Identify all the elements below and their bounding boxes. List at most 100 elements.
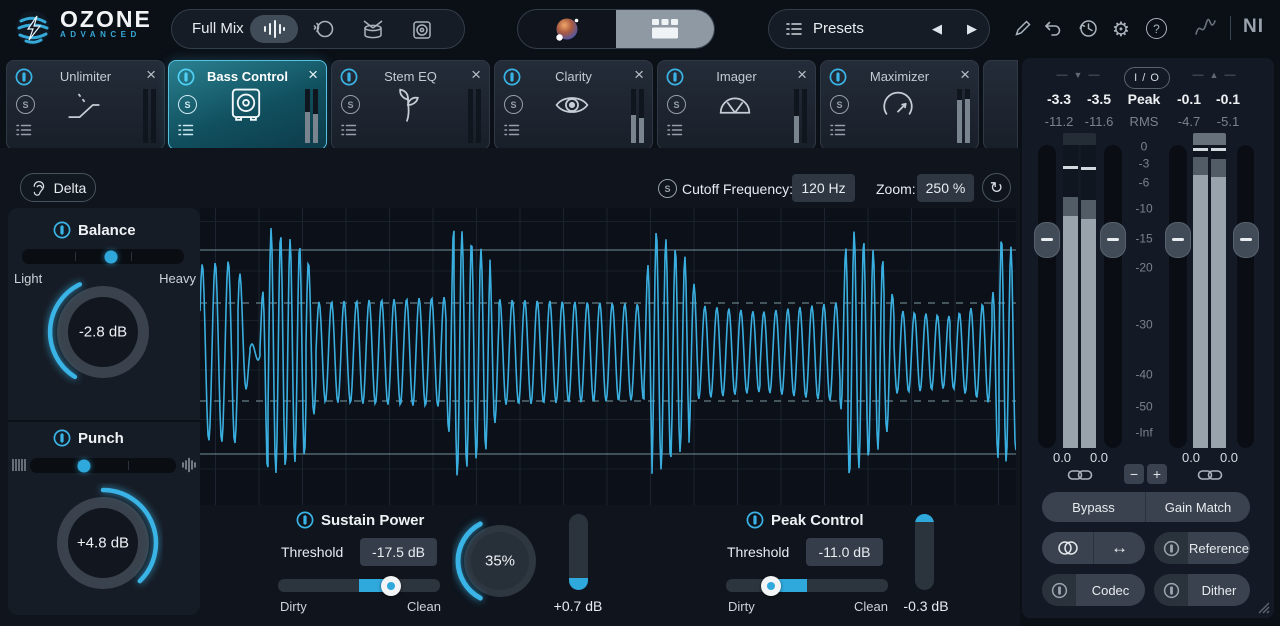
output-gain-fader-l[interactable]: [1169, 145, 1187, 448]
input-gain-fader-r[interactable]: [1104, 145, 1122, 448]
solo-icon[interactable]: S: [830, 95, 849, 114]
input-gain-fader-l[interactable]: [1038, 145, 1056, 448]
fader-handle[interactable]: [1100, 222, 1126, 258]
punch-slider-handle[interactable]: [78, 459, 91, 472]
source-vocal-button[interactable]: [310, 17, 336, 43]
close-icon[interactable]: ×: [797, 65, 807, 85]
dither-power-button[interactable]: [1154, 574, 1188, 606]
codec-button[interactable]: Codec: [1076, 574, 1145, 606]
detailed-view-button[interactable]: [518, 10, 616, 48]
source-fullmix-button[interactable]: [250, 15, 298, 43]
sustain-slider-handle[interactable]: [381, 576, 401, 596]
peak-slider-handle[interactable]: [761, 576, 781, 596]
close-icon[interactable]: ×: [308, 65, 318, 85]
punch-knob[interactable]: +4.8 dB: [43, 483, 163, 603]
audiolens-icon[interactable]: [1192, 16, 1218, 40]
fader-handle[interactable]: [1165, 222, 1191, 258]
module-card-imager[interactable]: Imager × S: [657, 60, 816, 150]
undo-button[interactable]: [1043, 18, 1063, 38]
edit-button[interactable]: [1013, 18, 1033, 38]
reference-power-button[interactable]: [1154, 532, 1188, 564]
power-icon[interactable]: [666, 68, 684, 86]
swap-channels-button[interactable]: ↔: [1094, 532, 1145, 564]
menu-icon[interactable]: [503, 121, 521, 139]
cutoff-value[interactable]: 120 Hz: [792, 174, 855, 202]
meter-zoom-in-button[interactable]: +: [1147, 464, 1167, 484]
menu-icon[interactable]: [340, 121, 358, 139]
topbar-divider: [1230, 16, 1231, 40]
module-card-clarity[interactable]: Clarity × S: [494, 60, 653, 150]
modules-view-button[interactable]: [616, 10, 714, 48]
solo-icon[interactable]: S: [178, 95, 197, 114]
help-button[interactable]: ?: [1146, 18, 1167, 39]
power-icon[interactable]: [177, 68, 195, 86]
codec-power-button[interactable]: [1042, 574, 1076, 606]
input-link-icon[interactable]: [1067, 468, 1093, 482]
meter-zoom-out-button[interactable]: −: [1124, 464, 1144, 484]
balance-slider-handle[interactable]: [105, 250, 118, 263]
balance-slider[interactable]: [22, 249, 184, 264]
io-button[interactable]: I / O: [1124, 67, 1170, 89]
resize-grip[interactable]: [1256, 600, 1270, 614]
settings-gear-icon[interactable]: ⚙: [1112, 17, 1130, 42]
sustain-threshold-label: Threshold: [281, 544, 343, 560]
power-icon[interactable]: [829, 68, 847, 86]
fader-handle[interactable]: [1233, 222, 1259, 258]
zoom-value[interactable]: 250 %: [917, 174, 974, 202]
mono-button[interactable]: [1042, 532, 1094, 564]
output-gain-collapse[interactable]: — ▲ —: [1186, 69, 1242, 81]
peak-dirty-clean-slider[interactable]: [726, 579, 888, 592]
power-icon[interactable]: [503, 68, 521, 86]
module-card-unlimiter[interactable]: Unlimiter × S: [6, 60, 165, 150]
balance-knob[interactable]: -2.8 dB: [43, 272, 163, 392]
menu-icon[interactable]: [15, 121, 33, 139]
solo-icon[interactable]: S: [504, 95, 523, 114]
output-link-icon[interactable]: [1197, 468, 1223, 482]
power-icon[interactable]: [340, 68, 358, 86]
solo-icon[interactable]: S: [341, 95, 360, 114]
gain-match-button[interactable]: Gain Match: [1146, 492, 1250, 522]
output-gain-fader-r[interactable]: [1237, 145, 1254, 448]
cutoff-solo-icon[interactable]: S: [658, 179, 677, 198]
sustain-threshold-value[interactable]: -17.5 dB: [360, 538, 437, 566]
menu-icon[interactable]: [177, 121, 195, 139]
source-drums-button[interactable]: [360, 17, 386, 43]
reference-button[interactable]: Reference: [1188, 532, 1250, 564]
close-icon[interactable]: ×: [634, 65, 644, 85]
balance-power-icon[interactable]: [53, 221, 71, 239]
module-meter: [143, 89, 156, 143]
close-icon[interactable]: ×: [146, 65, 156, 85]
module-card-stem-eq[interactable]: Stem EQ × S: [331, 60, 490, 150]
delta-button[interactable]: Delta: [20, 173, 96, 202]
peak-threshold-value[interactable]: -11.0 dB: [806, 538, 883, 566]
power-icon[interactable]: [15, 68, 33, 86]
bypass-button[interactable]: Bypass: [1042, 492, 1146, 522]
sustain-dirty-clean-slider[interactable]: [278, 579, 440, 592]
loop-button[interactable]: ↻: [982, 173, 1011, 202]
waveform-display[interactable]: [200, 208, 1016, 505]
ni-logo: NI: [1243, 16, 1264, 38]
punch-slider[interactable]: [30, 458, 176, 473]
menu-icon[interactable]: [666, 121, 684, 139]
input-gain-collapse[interactable]: — ▼ —: [1050, 69, 1106, 81]
preset-next-button[interactable]: ▶: [967, 21, 977, 37]
sustain-power-icon[interactable]: [296, 511, 314, 529]
punch-power-icon[interactable]: [53, 429, 71, 447]
fader-handle[interactable]: [1034, 222, 1060, 258]
history-button[interactable]: [1077, 17, 1099, 39]
dither-button[interactable]: Dither: [1188, 574, 1250, 606]
presets-bar[interactable]: Presets ◀ ▶: [768, 9, 990, 49]
input-clip-lamp[interactable]: [1063, 133, 1096, 145]
solo-icon[interactable]: S: [667, 95, 686, 114]
peak-power-icon[interactable]: [746, 511, 764, 529]
module-card-bass-control[interactable]: Bass Control × S: [168, 60, 327, 150]
solo-icon[interactable]: S: [16, 95, 35, 114]
menu-icon[interactable]: [829, 121, 847, 139]
source-bass-button[interactable]: [409, 17, 435, 43]
output-clip-lamp[interactable]: [1193, 133, 1226, 145]
preset-prev-button[interactable]: ◀: [932, 21, 942, 37]
close-icon[interactable]: ×: [960, 65, 970, 85]
close-icon[interactable]: ×: [471, 65, 481, 85]
module-card-maximizer[interactable]: Maximizer × S: [820, 60, 979, 150]
sustain-amount-knob[interactable]: 35%: [452, 513, 548, 609]
